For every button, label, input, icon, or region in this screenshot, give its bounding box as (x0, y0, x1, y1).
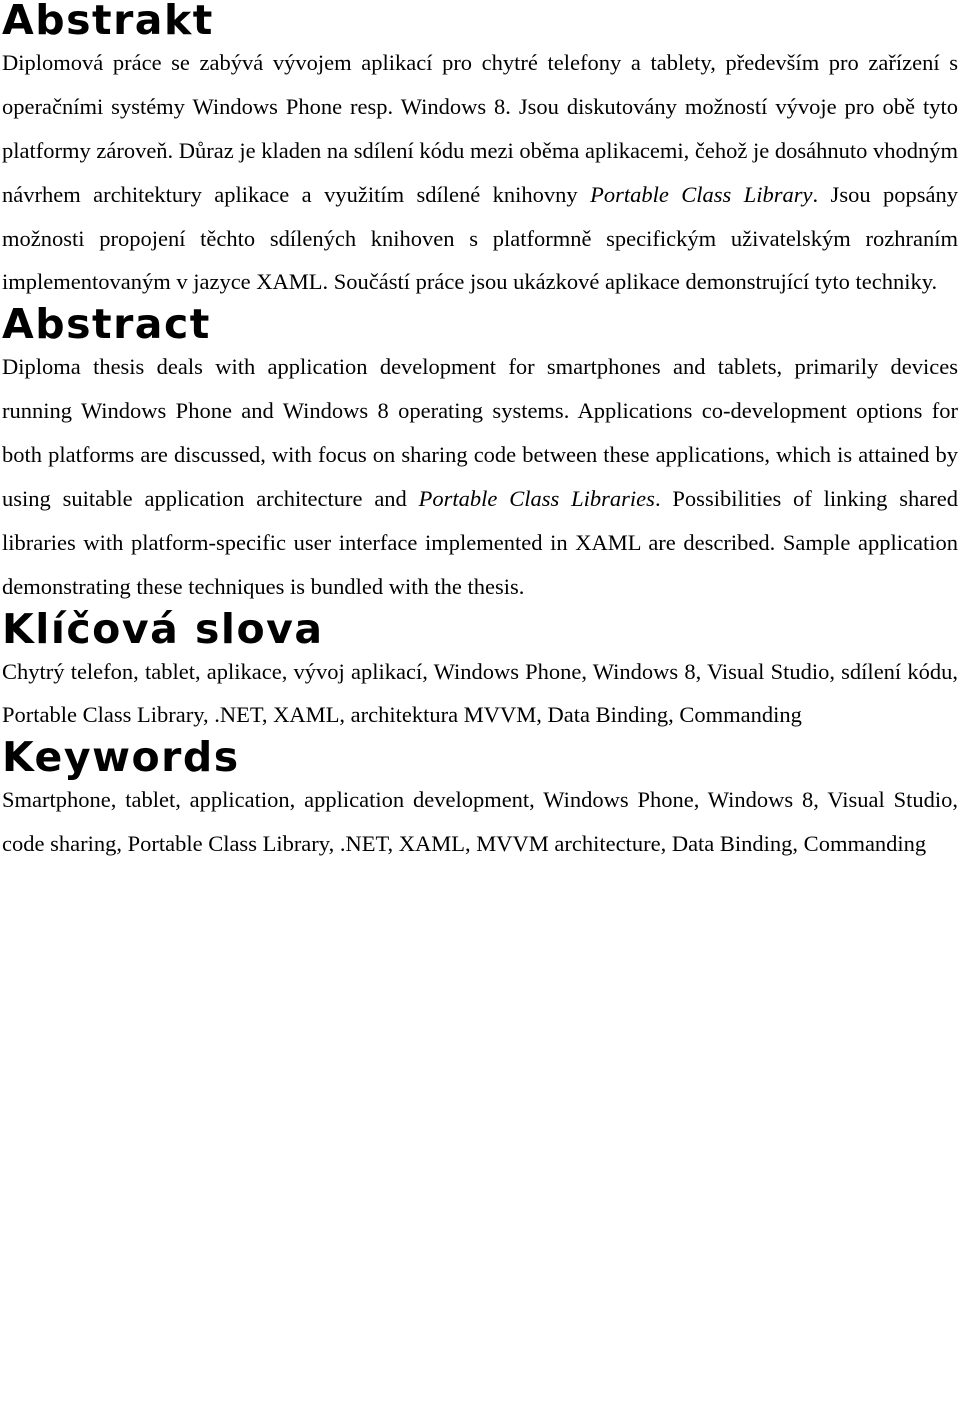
page-content: Abstrakt Diplomová práce se zabývá vývoj… (0, 0, 960, 866)
italic-work-title: Portable Class Libraries (418, 485, 655, 511)
heading-abstract: Abstract (2, 300, 211, 349)
document-page: Abstrakt Diplomová práce se zabývá vývoj… (0, 0, 960, 1428)
text-run: Chytrý telefon, tablet, aplikace, vývoj … (2, 658, 958, 728)
heading-abstrakt: Abstrakt (2, 0, 214, 44)
paragraph-klicova-slova: Chytrý telefon, tablet, aplikace, vývoj … (2, 650, 958, 738)
italic-work-title: Portable Class Library (590, 181, 813, 207)
heading-keywords: Keywords (2, 733, 240, 782)
paragraph-abstract: Diploma thesis deals with application de… (2, 345, 958, 608)
heading-klicova-slova: Klíčová slova (2, 604, 324, 653)
paragraph-keywords: Smartphone, tablet, application, applica… (2, 778, 958, 866)
text-run: Smartphone, tablet, application, applica… (2, 787, 958, 857)
paragraph-abstrakt: Diplomová práce se zabývá vývojem aplika… (2, 41, 958, 304)
